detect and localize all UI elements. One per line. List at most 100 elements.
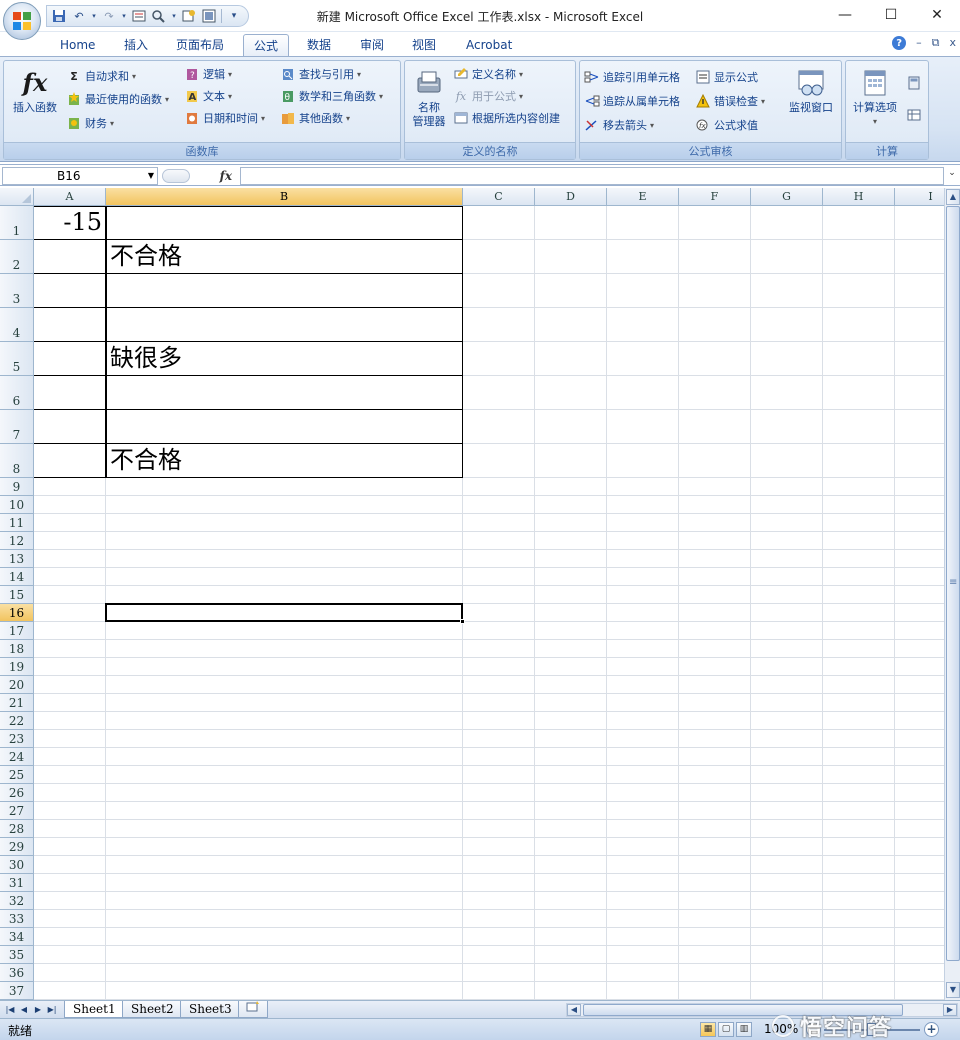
cell-B4[interactable] [106,308,463,342]
row-header-16[interactable]: 16 [0,604,34,622]
date-time-button[interactable]: 日期和时间 ▾ [184,110,265,126]
remove-arrows-button[interactable]: 移去箭头 ▾ [584,117,654,133]
row-header-19[interactable]: 19 [0,658,34,676]
tab-data[interactable]: 数据 [297,34,341,56]
worksheet-grid[interactable]: A B C D E F G H I 1 2 3 4 5 6 7 8 9 10 11 12 13 14 15 16 17 18 19 20… [0,188,944,1000]
tab-view[interactable]: 视图 [402,34,446,56]
scroll-left-button[interactable]: ◀ [567,1004,581,1016]
row-header-35[interactable]: 35 [0,946,34,964]
use-in-formula-button[interactable]: fx 用于公式 ▾ [453,88,523,104]
column-header-b[interactable]: B [106,188,463,206]
cell-A4[interactable] [34,308,106,342]
math-trig-button[interactable]: θ 数学和三角函数 ▾ [280,88,383,104]
last-sheet-button[interactable]: ▶| [46,1003,58,1017]
row-header-21[interactable]: 21 [0,694,34,712]
create-from-selection-button[interactable]: 根据所选内容创建 [453,110,560,126]
row-header-20[interactable]: 20 [0,676,34,694]
evaluate-formula-button[interactable]: fx 公式求值 [695,117,758,133]
row-header-17[interactable]: 17 [0,622,34,640]
row-header-4[interactable]: 4 [0,308,34,342]
select-all-button[interactable] [0,188,34,206]
row-header-33[interactable]: 33 [0,910,34,928]
prev-sheet-button[interactable]: ◀ [18,1003,30,1017]
tab-home[interactable]: Home [50,34,105,56]
help-icon[interactable]: ? [892,36,907,50]
financial-button[interactable]: 财务 ▾ [66,115,114,131]
cell-A7[interactable] [34,410,106,444]
sheet-tab-2[interactable]: Sheet2 [122,1001,183,1018]
row-header-8[interactable]: 8 [0,444,34,478]
trace-dependents-button[interactable]: 追踪从属单元格 [584,93,680,109]
row-header-3[interactable]: 3 [0,274,34,308]
vertical-scrollbar[interactable]: ▲ ▼ [944,188,960,1000]
tab-formulas[interactable]: 公式 [243,34,290,56]
tab-page-layout[interactable]: 页面布局 [166,34,234,56]
formula-input[interactable] [240,167,944,185]
column-header-a[interactable]: A [34,188,106,206]
row-header-13[interactable]: 13 [0,550,34,568]
row-header-30[interactable]: 30 [0,856,34,874]
calculate-now-button[interactable] [906,75,922,91]
row-header-36[interactable]: 36 [0,964,34,982]
fill-handle[interactable] [460,619,465,624]
column-header-g[interactable]: G [751,188,823,206]
name-box[interactable]: B16 ▼ [2,167,158,185]
column-header-h[interactable]: H [823,188,895,206]
next-sheet-button[interactable]: ▶ [32,1003,44,1017]
row-header-1[interactable]: 1 [0,206,34,240]
fx-button[interactable]: fx [220,169,232,183]
error-checking-button[interactable]: 错误检查 ▾ [695,93,765,109]
show-formulas-button[interactable]: 显示公式 [695,69,758,85]
row-header-18[interactable]: 18 [0,640,34,658]
minimize-button[interactable]: — [822,0,868,30]
formula-bar-splitter[interactable] [162,169,190,183]
logical-button[interactable]: ? 逻辑 ▾ [184,66,232,82]
ribbon-minimize-button[interactable]: – [916,36,922,50]
sheet-tab-1[interactable]: Sheet1 [64,1001,125,1018]
row-header-29[interactable]: 29 [0,838,34,856]
row-header-2[interactable]: 2 [0,240,34,274]
row-header-12[interactable]: 12 [0,532,34,550]
column-header-c[interactable]: C [463,188,535,206]
tab-review[interactable]: 审阅 [350,34,394,56]
name-manager-button[interactable]: 名称 管理器 [407,67,451,129]
calculate-sheet-button[interactable] [906,107,922,123]
normal-view-button[interactable]: ▦ [700,1022,716,1037]
active-cell-b16[interactable] [105,603,463,622]
cell-A3[interactable] [34,274,106,308]
row-header-23[interactable]: 23 [0,730,34,748]
row-header-32[interactable]: 32 [0,892,34,910]
row-header-11[interactable]: 11 [0,514,34,532]
lookup-reference-button[interactable]: 查找与引用 ▾ [280,66,361,82]
cell-A6[interactable] [34,376,106,410]
scroll-up-button[interactable]: ▲ [946,189,960,205]
sheet-tab-3[interactable]: Sheet3 [180,1001,241,1018]
recently-used-button[interactable]: 最近使用的函数 ▾ [66,91,169,107]
row-header-22[interactable]: 22 [0,712,34,730]
row-header-7[interactable]: 7 [0,410,34,444]
cell-B6[interactable] [106,376,463,410]
row-header-10[interactable]: 10 [0,496,34,514]
row-header-34[interactable]: 34 [0,928,34,946]
more-functions-button[interactable]: 其他函数 ▾ [280,110,350,126]
cell-A8[interactable] [34,444,106,478]
scroll-down-button[interactable]: ▼ [946,982,960,998]
row-header-25[interactable]: 25 [0,766,34,784]
watch-window-button[interactable]: 监视窗口 [783,67,839,115]
row-header-37[interactable]: 37 [0,982,34,1000]
maximize-button[interactable]: ☐ [868,0,914,30]
ribbon-restore-button[interactable]: ⧉ [932,36,940,50]
autosum-button[interactable]: Σ 自动求和 ▾ [66,68,136,84]
row-header-24[interactable]: 24 [0,748,34,766]
row-header-5[interactable]: 5 [0,342,34,376]
close-button[interactable]: ✕ [914,0,960,30]
row-header-9[interactable]: 9 [0,478,34,496]
row-header-14[interactable]: 14 [0,568,34,586]
column-header-e[interactable]: E [607,188,679,206]
define-name-button[interactable]: 定义名称 ▾ [453,66,523,82]
vertical-scroll-thumb[interactable] [946,206,960,961]
cell-B7[interactable] [106,410,463,444]
cell-B3[interactable] [106,274,463,308]
tab-insert[interactable]: 插入 [114,34,158,56]
expand-formula-bar-button[interactable]: ⌄ [946,168,958,184]
